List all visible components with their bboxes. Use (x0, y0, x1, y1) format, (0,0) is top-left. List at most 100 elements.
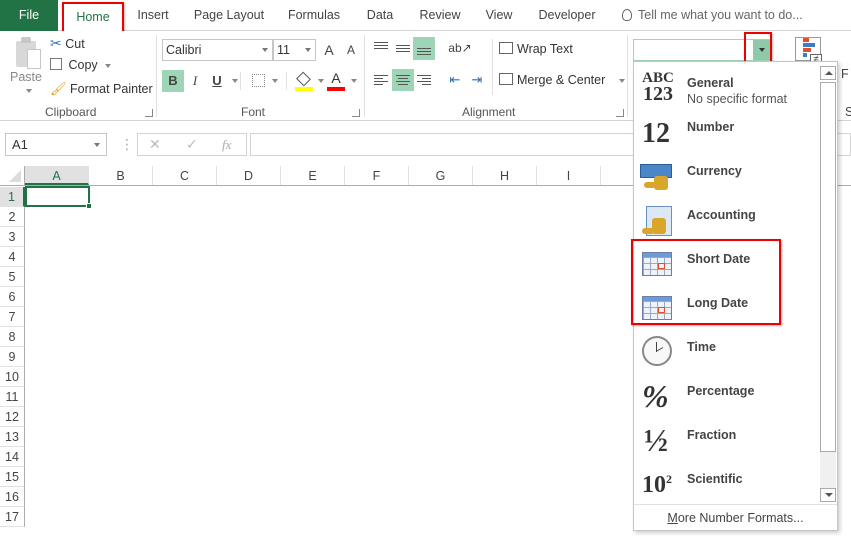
borders-dropdown-icon[interactable] (272, 79, 278, 83)
align-right-button[interactable] (413, 69, 435, 91)
underline-dropdown-icon[interactable] (232, 79, 238, 83)
column-header-e[interactable]: E (281, 166, 345, 185)
row-header-13[interactable]: 13 (0, 427, 25, 447)
bold-button[interactable]: B (162, 70, 184, 92)
row-header-7[interactable]: 7 (0, 307, 25, 327)
font-name-dropdown[interactable]: Calibri (162, 39, 273, 61)
name-box-value: A1 (12, 137, 28, 152)
row-header-12[interactable]: 12 (0, 407, 25, 427)
format-option-time[interactable]: Time (634, 330, 819, 374)
formula-buttons: ✕ ✓ fx (137, 133, 247, 156)
tab-home[interactable]: Home (62, 2, 124, 31)
column-header-b[interactable]: B (89, 166, 153, 185)
tab-developer[interactable]: Developer (530, 0, 604, 31)
fill-handle[interactable] (86, 203, 92, 209)
row-header-6[interactable]: 6 (0, 287, 25, 307)
font-color-dropdown-icon[interactable] (351, 79, 357, 83)
tab-insert[interactable]: Insert (128, 0, 178, 31)
row-header-8[interactable]: 8 (0, 327, 25, 347)
row-header-1[interactable]: 1 (0, 187, 25, 207)
tell-me-search[interactable]: Tell me what you want to do... (622, 0, 803, 31)
scrollbar-thumb[interactable] (820, 82, 836, 452)
row-header-17[interactable]: 17 (0, 507, 25, 527)
scroll-up-button[interactable] (820, 66, 836, 80)
borders-icon[interactable] (252, 74, 265, 87)
ribbon-tab-bar: File Home Insert Page Layout Formulas Da… (0, 0, 851, 31)
row-header-10[interactable]: 10 (0, 367, 25, 387)
format-option-currency[interactable]: Currency (634, 154, 819, 198)
tab-data[interactable]: Data (360, 0, 400, 31)
grow-font-button[interactable]: A (318, 39, 340, 61)
cut-button[interactable]: ✂ Cut (50, 35, 85, 52)
row-header-3[interactable]: 3 (0, 227, 25, 247)
orientation-button[interactable]: ab↗ (444, 37, 476, 59)
bottom-align-button[interactable] (413, 37, 435, 60)
font-color-button[interactable]: A (327, 70, 345, 92)
cancel-icon[interactable]: ✕ (149, 136, 161, 153)
tab-page-layout[interactable]: Page Layout (188, 0, 270, 31)
format-option-description: No specific format (687, 92, 788, 106)
format-option-scientific[interactable]: 102 Scientific (634, 462, 819, 506)
underline-button[interactable]: U (206, 70, 228, 92)
percent-icon: % (642, 378, 669, 414)
alignment-launcher-icon[interactable] (616, 109, 624, 117)
column-header-d[interactable]: D (217, 166, 281, 185)
column-header-a[interactable]: A (25, 166, 89, 185)
scroll-down-button[interactable] (820, 488, 836, 502)
tab-file[interactable]: File (0, 0, 58, 31)
fill-color-button[interactable] (295, 71, 313, 92)
select-all-button[interactable] (0, 166, 25, 186)
tab-formulas[interactable]: Formulas (280, 0, 348, 31)
format-option-percentage[interactable]: % Percentage (634, 374, 819, 418)
wrap-text-button[interactable]: Wrap Text (499, 42, 573, 56)
align-left-button[interactable] (370, 69, 392, 91)
shrink-font-button[interactable]: A (340, 39, 362, 61)
column-header-g[interactable]: G (409, 166, 473, 185)
scrollbar-track[interactable] (820, 452, 836, 488)
menu-scrollbar[interactable] (820, 66, 836, 502)
align-center-button[interactable] (392, 69, 414, 91)
format-option-number[interactable]: 12 Number (634, 110, 819, 154)
copy-icon (50, 58, 62, 70)
row-header-16[interactable]: 16 (0, 487, 25, 507)
paste-button[interactable]: Paste (4, 31, 44, 101)
enter-icon[interactable]: ✓ (186, 136, 198, 153)
font-launcher-icon[interactable] (352, 109, 360, 117)
row-header-2[interactable]: 2 (0, 207, 25, 227)
column-header-h[interactable]: H (473, 166, 537, 185)
format-painter-button[interactable]: 🖌 Format Painter (50, 81, 153, 97)
top-align-button[interactable] (370, 37, 392, 59)
format-option-accounting[interactable]: Accounting (634, 198, 819, 242)
row-header-4[interactable]: 4 (0, 247, 25, 267)
insert-function-icon[interactable]: fx (222, 137, 231, 153)
font-size-dropdown[interactable]: 11 (273, 39, 316, 61)
divider (240, 72, 241, 90)
copy-button[interactable]: Copy (50, 58, 112, 72)
column-header-c[interactable]: C (153, 166, 217, 185)
drag-handle-icon[interactable]: ⋮ (120, 136, 134, 152)
tab-view[interactable]: View (480, 0, 518, 31)
format-option-general[interactable]: ABC 123 General No specific format (634, 66, 819, 110)
increase-indent-button[interactable]: ⇥ (466, 69, 488, 91)
clipboard-launcher-icon[interactable] (145, 109, 153, 117)
merge-center-button[interactable]: Merge & Center (499, 73, 625, 87)
more-number-formats-link[interactable]: More Number Formats... (634, 504, 837, 530)
grow-font-icon: A (324, 42, 334, 58)
name-box[interactable]: A1 (5, 133, 107, 156)
chevron-down-icon (262, 48, 268, 52)
fill-color-dropdown-icon[interactable] (318, 79, 324, 83)
tab-review[interactable]: Review (412, 0, 468, 31)
row-header-15[interactable]: 15 (0, 467, 25, 487)
decrease-indent-button[interactable]: ⇤ (444, 69, 466, 91)
row-header-11[interactable]: 11 (0, 387, 25, 407)
column-header-f[interactable]: F (345, 166, 409, 185)
middle-align-button[interactable] (392, 37, 414, 59)
row-header-14[interactable]: 14 (0, 447, 25, 467)
format-option-fraction[interactable]: ½ Fraction (634, 418, 819, 462)
column-header-i[interactable]: I (537, 166, 601, 185)
active-cell[interactable] (25, 186, 92, 209)
row-header-5[interactable]: 5 (0, 267, 25, 287)
row-header-9[interactable]: 9 (0, 347, 25, 367)
abc-123-icon: ABC 123 (642, 70, 674, 105)
italic-button[interactable]: I (184, 70, 206, 92)
